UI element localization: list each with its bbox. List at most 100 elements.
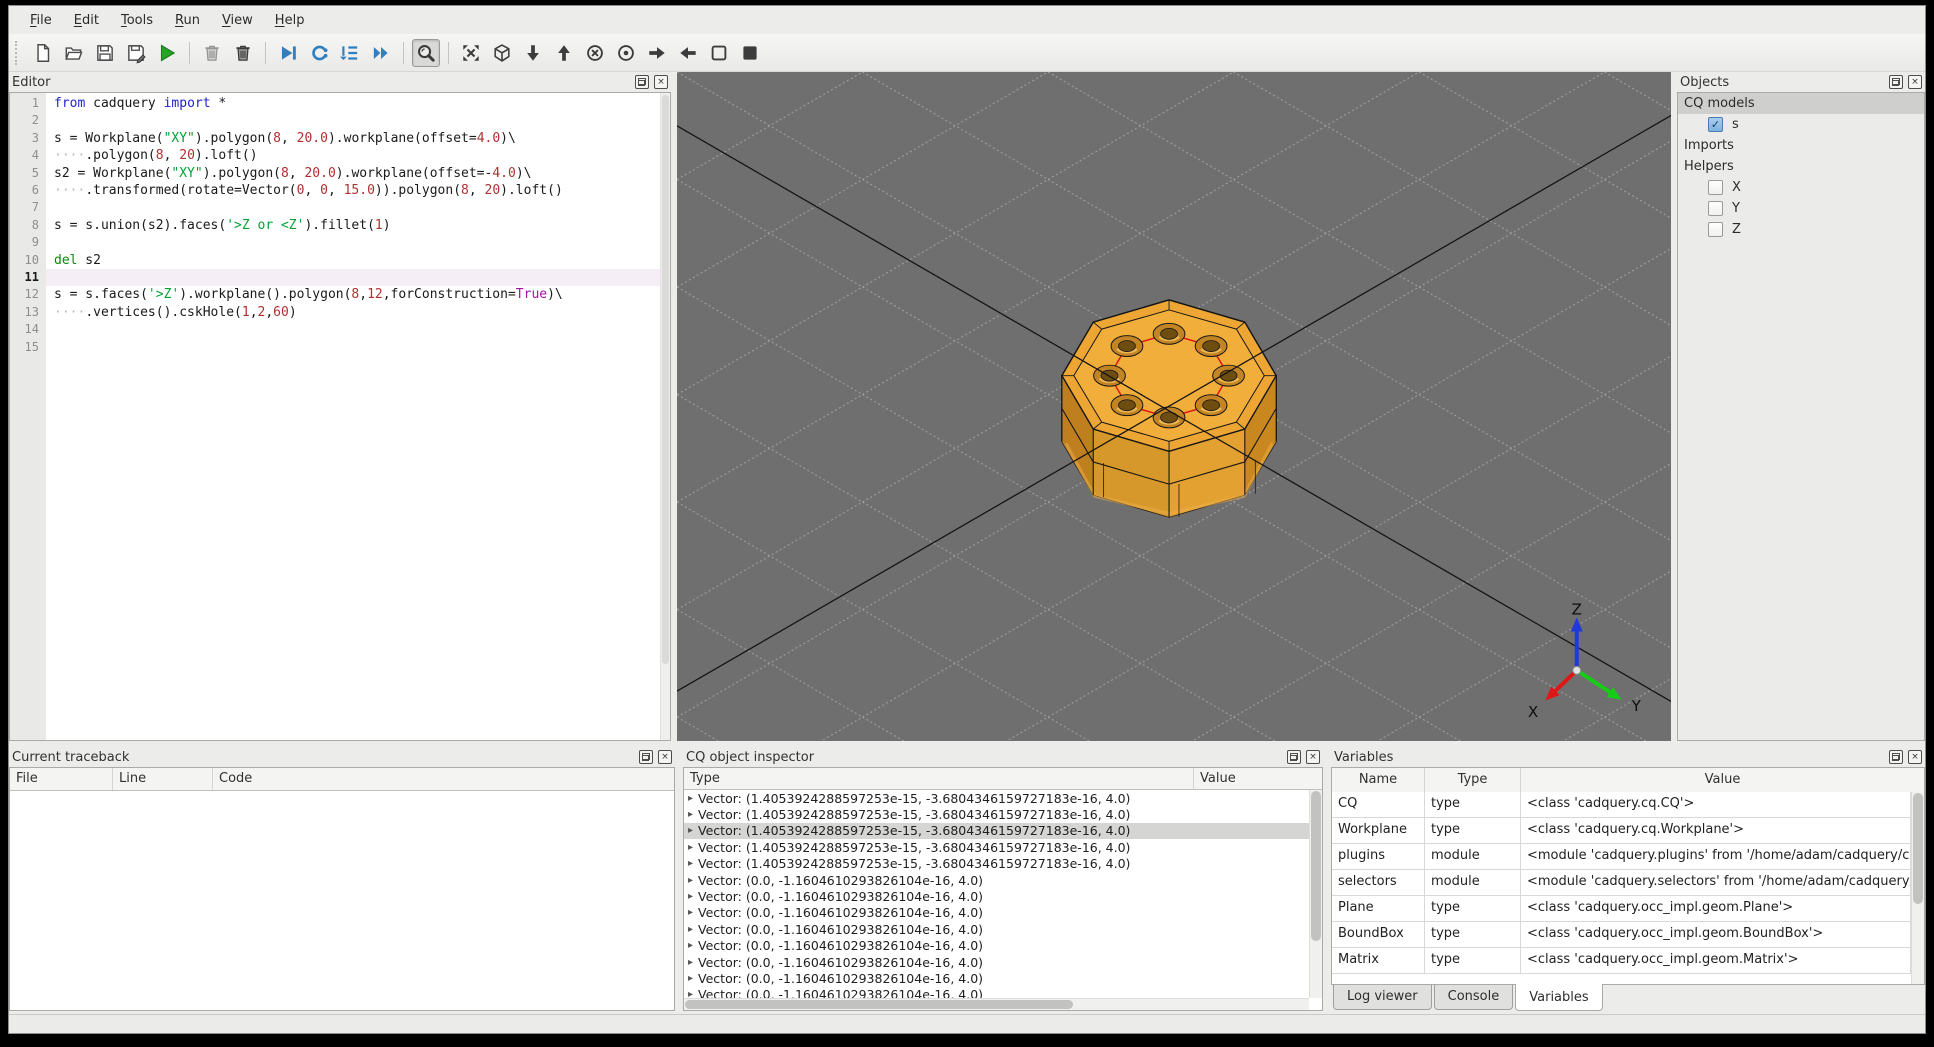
inspector-hscrollbar-thumb[interactable] — [685, 1000, 1073, 1009]
close-panel-icon[interactable]: × — [1908, 75, 1922, 89]
inspector-vscrollbar-thumb[interactable] — [1311, 791, 1321, 941]
variable-row[interactable]: Plane type <class 'cadquery.occ_impl.geom.… — [1332, 896, 1911, 922]
expand-arrow-icon[interactable]: ▸ — [688, 924, 693, 935]
toolbar-screenshot-button[interactable] — [412, 38, 440, 67]
inspector-row[interactable]: ▸ Vector: (0.0, -1.1604610293826104e-16, … — [684, 921, 1309, 937]
close-panel-icon[interactable]: × — [658, 750, 672, 764]
toolbar-view-bottom-button[interactable] — [519, 39, 547, 67]
toolbar-wireframe-button[interactable] — [705, 39, 733, 67]
variable-row[interactable]: plugins module <module 'cadquery.plugins' … — [1332, 844, 1911, 870]
viewport-3d[interactable]: Z X Y — [677, 72, 1671, 741]
expand-arrow-icon[interactable]: ▸ — [688, 907, 693, 918]
tab-console[interactable]: Console — [1433, 985, 1514, 1010]
menu-run[interactable]: Run — [164, 9, 211, 32]
objects-item-z[interactable]: Z — [1678, 219, 1924, 240]
inspector-row[interactable]: ▸ Vector: (0.0, -1.1604610293826104e-16, … — [684, 938, 1309, 954]
expand-arrow-icon[interactable]: ▸ — [688, 989, 693, 998]
inspector-row[interactable]: ▸ Vector: (1.4053924288597253e-15, -3.680… — [684, 856, 1309, 872]
editor-scrollbar-thumb[interactable] — [662, 95, 669, 665]
variable-row[interactable]: selectors module <module 'cadquery.selecto… — [1332, 870, 1911, 896]
inspector-row[interactable]: ▸ Vector: (0.0, -1.1604610293826104e-16, … — [684, 970, 1309, 986]
inspector-row[interactable]: ▸ Vector: (1.4053924288597253e-15, -3.680… — [684, 822, 1309, 840]
close-panel-icon[interactable]: × — [1306, 750, 1320, 764]
checkbox-y[interactable] — [1708, 201, 1723, 216]
toolbar-open-button[interactable] — [60, 39, 88, 67]
expand-arrow-icon[interactable]: ▸ — [688, 825, 693, 836]
expand-arrow-icon[interactable]: ▸ — [688, 940, 693, 951]
variables-vscrollbar[interactable] — [1911, 792, 1924, 984]
inspector-row[interactable]: ▸ Vector: (0.0, -1.1604610293826104e-16, … — [684, 954, 1309, 970]
inspector-row[interactable]: ▸ Vector: (0.0, -1.1604610293826104e-16, … — [684, 987, 1309, 998]
viewport-canvas[interactable]: Z X Y — [677, 72, 1671, 741]
checkbox-z[interactable] — [1708, 222, 1723, 237]
tab-variables[interactable]: Variables — [1515, 984, 1603, 1011]
menu-edit[interactable]: Edit — [63, 9, 110, 32]
toolbar-drag-handle[interactable] — [15, 40, 22, 65]
close-panel-icon[interactable]: × — [1908, 750, 1922, 764]
objects-group-imports[interactable]: Imports — [1678, 135, 1924, 156]
expand-arrow-icon[interactable]: ▸ — [688, 842, 693, 853]
menu-file[interactable]: File — [19, 9, 63, 32]
inspector-row[interactable]: ▸ Vector: (0.0, -1.1604610293826104e-16, … — [684, 872, 1309, 888]
expand-arrow-icon[interactable]: ▸ — [688, 875, 693, 886]
toolbar-new-file-button[interactable] — [29, 39, 57, 67]
toolbar-view-front-button[interactable] — [581, 39, 609, 67]
variable-row[interactable]: Matrix type <class 'cadquery.occ_impl.geom… — [1332, 948, 1911, 974]
menu-help[interactable]: Help — [264, 9, 316, 32]
inspector-row[interactable]: ▸ Vector: (1.4053924288597253e-15, -3.680… — [684, 790, 1309, 806]
float-panel-icon[interactable] — [1889, 750, 1903, 764]
inspector-row[interactable]: ▸ Vector: (0.0, -1.1604610293826104e-16, … — [684, 905, 1309, 921]
toolbar-fit-view-button[interactable] — [457, 39, 485, 67]
float-panel-icon[interactable] — [1287, 750, 1301, 764]
objects-item-s[interactable]: ✓ s — [1678, 114, 1924, 135]
code-token: , — [249, 304, 258, 320]
variables-vscrollbar-thumb[interactable] — [1913, 793, 1923, 905]
menu-view[interactable]: View — [211, 9, 264, 32]
code-area[interactable]: from cadquery import * s = Workplane("XY"… — [46, 93, 660, 740]
toolbar-view-left-button[interactable] — [674, 39, 702, 67]
toolbar-run-button[interactable] — [153, 39, 181, 67]
expand-arrow-icon[interactable]: ▸ — [688, 793, 693, 804]
toolbar-debug-button[interactable] — [274, 39, 302, 67]
inspector-hscrollbar[interactable] — [684, 998, 1309, 1010]
toolbar-view-back-button[interactable] — [612, 39, 640, 67]
variable-row[interactable]: Workplane type <class 'cadquery.cq.Workpla… — [1332, 818, 1911, 844]
inspector-vscrollbar[interactable] — [1309, 790, 1322, 998]
editor-scrollbar[interactable] — [660, 93, 670, 740]
objects-item-x[interactable]: X — [1678, 177, 1924, 198]
objects-item-y[interactable]: Y — [1678, 198, 1924, 219]
toolbar-iso-view-button[interactable] — [488, 39, 516, 67]
inspector-row[interactable]: ▸ Vector: (1.4053924288597253e-15, -3.680… — [684, 839, 1309, 855]
expand-arrow-icon[interactable]: ▸ — [688, 858, 693, 869]
inspector-row[interactable]: ▸ Vector: (1.4053924288597253e-15, -3.680… — [684, 806, 1309, 822]
objects-group-helpers[interactable]: Helpers — [1678, 156, 1924, 177]
toolbar-view-right-button[interactable] — [643, 39, 671, 67]
inspector-row[interactable]: ▸ Vector: (0.0, -1.1604610293826104e-16, … — [684, 888, 1309, 904]
float-panel-icon[interactable] — [635, 75, 649, 89]
toolbar-delete-button[interactable] — [198, 39, 226, 67]
toolbar-fast-forward-button[interactable] — [367, 39, 395, 67]
toolbar-save-button[interactable] — [91, 39, 119, 67]
toolbar-debug-restart-button[interactable] — [305, 39, 333, 67]
toolbar-save-as-button[interactable] — [122, 39, 150, 67]
toolbar-step-over-button[interactable] — [336, 39, 364, 67]
expand-arrow-icon[interactable]: ▸ — [688, 973, 693, 984]
close-panel-icon[interactable]: × — [654, 75, 668, 89]
tab-log-viewer[interactable]: Log viewer — [1333, 985, 1432, 1010]
toolbar-shaded-button[interactable] — [736, 39, 764, 67]
line-number: 3 — [31, 130, 39, 145]
checkbox-s[interactable]: ✓ — [1708, 117, 1723, 132]
expand-arrow-icon[interactable]: ▸ — [688, 809, 693, 820]
toolbar-view-top-button[interactable] — [550, 39, 578, 67]
objects-group-cq-models[interactable]: CQ models — [1678, 93, 1924, 114]
float-panel-icon[interactable] — [1889, 75, 1903, 89]
expand-arrow-icon[interactable]: ▸ — [688, 957, 693, 968]
float-panel-icon[interactable] — [639, 750, 653, 764]
variable-row[interactable]: BoundBox type <class 'cadquery.occ_impl.ge… — [1332, 922, 1911, 948]
code-editor[interactable]: 1 2 3 4 5 6 7 8 9 10 11 12 13 14 15 from cadquery impo… — [9, 92, 671, 741]
toolbar-delete-all-button[interactable] — [229, 39, 257, 67]
expand-arrow-icon[interactable]: ▸ — [688, 891, 693, 902]
variable-row[interactable]: CQ type <class 'cadquery.cq.CQ'> — [1332, 792, 1911, 818]
menu-tools[interactable]: Tools — [110, 9, 164, 32]
checkbox-x[interactable] — [1708, 180, 1723, 195]
